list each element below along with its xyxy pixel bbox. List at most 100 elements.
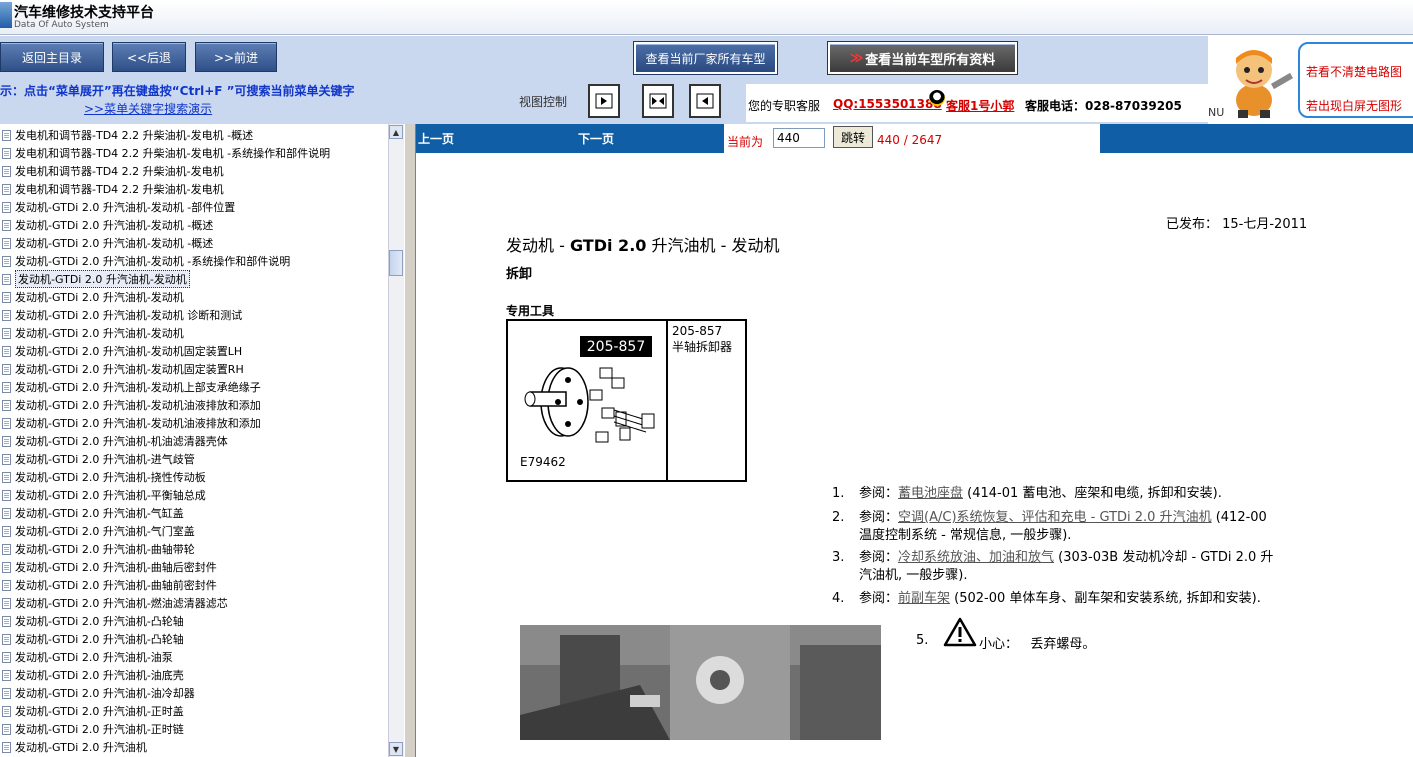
- view-expand-right-button[interactable]: [588, 84, 620, 118]
- view-split-button[interactable]: [642, 84, 674, 118]
- tree-item[interactable]: 发动机-GTDi 2.0 升汽油机-曲轴前密封件: [0, 576, 388, 594]
- step-suffix: (303-03B 发动机冷却 - GTDi 2.0 升: [1054, 550, 1274, 565]
- step-link[interactable]: 冷却系统放油、加油和放气: [898, 550, 1054, 565]
- tree-item[interactable]: 发电机和调节器-TD4 2.2 升柴油机-发电机 -系统操作和部件说明: [0, 144, 388, 162]
- document-icon: [2, 741, 11, 753]
- tree-item[interactable]: 发动机-GTDi 2.0 升汽油机-进气歧管: [0, 450, 388, 468]
- step-link[interactable]: 空调(A/C)系统恢复、评估和充电 - GTDi 2.0 升汽油机: [898, 510, 1212, 525]
- tree-item[interactable]: 发电机和调节器-TD4 2.2 升柴油机-发电机: [0, 180, 388, 198]
- tree-item[interactable]: 发动机-GTDi 2.0 升汽油机-发动机 -概述: [0, 234, 388, 252]
- tree-item[interactable]: 发动机-GTDi 2.0 升汽油机-曲轴后密封件: [0, 558, 388, 576]
- tree-item[interactable]: 发动机-GTDi 2.0 升汽油机-平衡轴总成: [0, 486, 388, 504]
- home-button[interactable]: 返回主目录: [0, 42, 104, 72]
- tree-item[interactable]: 发动机-GTDi 2.0 升汽油机-挠性传动板: [0, 468, 388, 486]
- prev-page-link[interactable]: 上一页: [418, 130, 454, 147]
- step-prefix: 参阅：: [859, 510, 899, 525]
- scroll-up-icon[interactable]: ▲: [389, 125, 403, 139]
- tree-item[interactable]: 发动机-GTDi 2.0 升汽油机: [0, 738, 388, 756]
- step-suffix: (412-00: [1211, 510, 1267, 525]
- page-number-input[interactable]: [773, 128, 825, 148]
- banner-line-2[interactable]: 若出现白屏无图形: [1306, 97, 1402, 114]
- scroll-down-icon[interactable]: ▼: [389, 742, 403, 756]
- back-button[interactable]: <<后退: [112, 42, 186, 72]
- tree-item[interactable]: 发动机-GTDi 2.0 升汽油机-燃油滤清器滤芯: [0, 594, 388, 612]
- step-link[interactable]: 前副车架: [898, 591, 950, 606]
- tree-item[interactable]: 发动机-GTDi 2.0 升汽油机-发动机: [0, 324, 388, 342]
- menu-tree[interactable]: 发电机和调节器-TD4 2.2 升柴油机-发电机 -概述 发电机和调节器-TD4 …: [0, 124, 388, 757]
- qq-link[interactable]: QQ:1553501388: [833, 97, 942, 111]
- arrows-inward-icon: [649, 93, 667, 109]
- tree-item[interactable]: 发动机-GTDi 2.0 升汽油机-发动机油液排放和添加: [0, 396, 388, 414]
- search-demo-link[interactable]: >>菜单关键字搜索演示: [84, 100, 212, 117]
- tree-item[interactable]: 发电机和调节器-TD4 2.2 升柴油机-发电机 -概述: [0, 126, 388, 144]
- step-number: 1.: [832, 486, 845, 501]
- pane-splitter[interactable]: [404, 124, 416, 757]
- tree-item[interactable]: 发动机-GTDi 2.0 升汽油机-油底壳: [0, 666, 388, 684]
- document-icon: [2, 525, 11, 537]
- tree-item[interactable]: 发动机-GTDi 2.0 升汽油机-发动机 -系统操作和部件说明: [0, 252, 388, 270]
- document-icon: [2, 471, 11, 483]
- document-icon: [2, 489, 11, 501]
- tree-item[interactable]: 发动机-GTDi 2.0 升汽油机-气缸盖: [0, 504, 388, 522]
- document-icon: [2, 273, 11, 285]
- tree-item[interactable]: 发动机-GTDi 2.0 升汽油机-油泵: [0, 648, 388, 666]
- tree-item[interactable]: 发动机-GTDi 2.0 升汽油机-凸轮轴: [0, 630, 388, 648]
- tree-item[interactable]: 发动机-GTDi 2.0 升汽油机-油冷却器: [0, 684, 388, 702]
- contact-prefix: 您的专职客服: [748, 99, 821, 113]
- document-icon: [2, 237, 11, 249]
- tree-item[interactable]: 发动机-GTDi 2.0 升汽油机-凸轮轴: [0, 612, 388, 630]
- tree-item-label: 发动机-GTDi 2.0 升汽油机-燃油滤清器滤芯: [15, 597, 228, 610]
- tree-item[interactable]: 发动机-GTDi 2.0 升汽油机-发动机固定装置LH: [0, 342, 388, 360]
- tree-item[interactable]: 发动机-GTDi 2.0 升汽油机-发动机 -概述: [0, 216, 388, 234]
- tree-item[interactable]: 发电机和调节器-TD4 2.2 升柴油机-发电机: [0, 162, 388, 180]
- agent-link[interactable]: 客服1号小郭: [946, 97, 1014, 114]
- document-icon: [2, 309, 11, 321]
- document-icon: [2, 363, 11, 375]
- step-suffix: (414-01 蓄电池、座架和电缆, 拆卸和安装).: [963, 486, 1222, 501]
- jump-button[interactable]: 跳转: [833, 126, 873, 148]
- tree-item-label: 发动机-GTDi 2.0 升汽油机-曲轴前密封件: [15, 579, 217, 592]
- next-page-link[interactable]: 下一页: [578, 130, 614, 147]
- tree-item[interactable]: 发动机-GTDi 2.0 升汽油机-发动机: [0, 270, 388, 288]
- tree-item[interactable]: 发动机-GTDi 2.0 升汽油机-发动机上部支承绝缘子: [0, 378, 388, 396]
- qq-penguin-icon[interactable]: [929, 90, 945, 106]
- forward-button[interactable]: >>前进: [195, 42, 277, 72]
- current-page-label: 当前为: [727, 135, 764, 149]
- tree-item[interactable]: 发动机-GTDi 2.0 升汽油机-气门室盖: [0, 522, 388, 540]
- tree-item[interactable]: 发动机-GTDi 2.0 升汽油机-机油滤清器壳体: [0, 432, 388, 450]
- tree-item[interactable]: 发动机-GTDi 2.0 升汽油机-发动机油液排放和添加: [0, 414, 388, 432]
- tree-item-label: 发动机-GTDi 2.0 升汽油机-发动机 -部件位置: [15, 201, 236, 214]
- view-expand-left-button[interactable]: [689, 84, 721, 118]
- banner-line-1[interactable]: 若看不清楚电路图: [1306, 63, 1402, 80]
- document-icon: [2, 651, 11, 663]
- view-control-label: 视图控制: [519, 95, 568, 109]
- tree-item-label: 发动机-GTDi 2.0 升汽油机-发动机上部支承绝缘子: [15, 381, 261, 394]
- tree-item[interactable]: 发动机-GTDi 2.0 升汽油机-发动机 -部件位置: [0, 198, 388, 216]
- tree-item[interactable]: 发动机-GTDi 2.0 升汽油机-正时盖: [0, 702, 388, 720]
- step-5-number: 5.: [916, 633, 929, 648]
- document-icon: [2, 255, 11, 267]
- all-models-button[interactable]: 查看当前厂家所有车型: [633, 41, 778, 75]
- document-icon: [2, 543, 11, 555]
- tree-item[interactable]: 发动机-GTDi 2.0 升汽油机-曲轴带轮: [0, 540, 388, 558]
- step-5-caution: 小心： 丢弃螺母。: [979, 633, 1095, 652]
- arrow-left-bar-icon: [696, 93, 714, 109]
- tree-item[interactable]: 发动机-GTDi 2.0 升汽油机-发动机 诊断和测试: [0, 306, 388, 324]
- tree-item-label: 发动机-GTDi 2.0 升汽油机-发动机固定装置LH: [15, 345, 243, 358]
- step-link[interactable]: 蓄电池座盘: [898, 486, 963, 501]
- tree-item[interactable]: 发动机-GTDi 2.0 升汽油机-发动机固定装置RH: [0, 360, 388, 378]
- tree-item-label: 发动机-GTDi 2.0 升汽油机-平衡轴总成: [15, 489, 206, 502]
- tree-item-label: 发动机-GTDi 2.0 升汽油机-凸轮轴: [15, 633, 184, 646]
- title-bar: [0, 0, 1413, 35]
- tree-item-label: 发动机-GTDi 2.0 升汽油机-发动机 诊断和测试: [15, 309, 243, 322]
- scroll-thumb[interactable]: [389, 250, 403, 276]
- tree-scrollbar[interactable]: [388, 124, 405, 757]
- document-icon: [2, 561, 11, 573]
- tree-item[interactable]: 发动机-GTDi 2.0 升汽油机-正时链: [0, 720, 388, 738]
- document-icon: [2, 507, 11, 519]
- tree-item[interactable]: 发动机-GTDi 2.0 升汽油机-发动机: [0, 288, 388, 306]
- tree-item-label: 发动机-GTDi 2.0 升汽油机-发动机油液排放和添加: [15, 417, 261, 430]
- document-icon: [2, 399, 11, 411]
- all-info-button[interactable]: ≫ 查看当前车型所有资料: [827, 41, 1018, 75]
- step-number: 3.: [832, 550, 845, 565]
